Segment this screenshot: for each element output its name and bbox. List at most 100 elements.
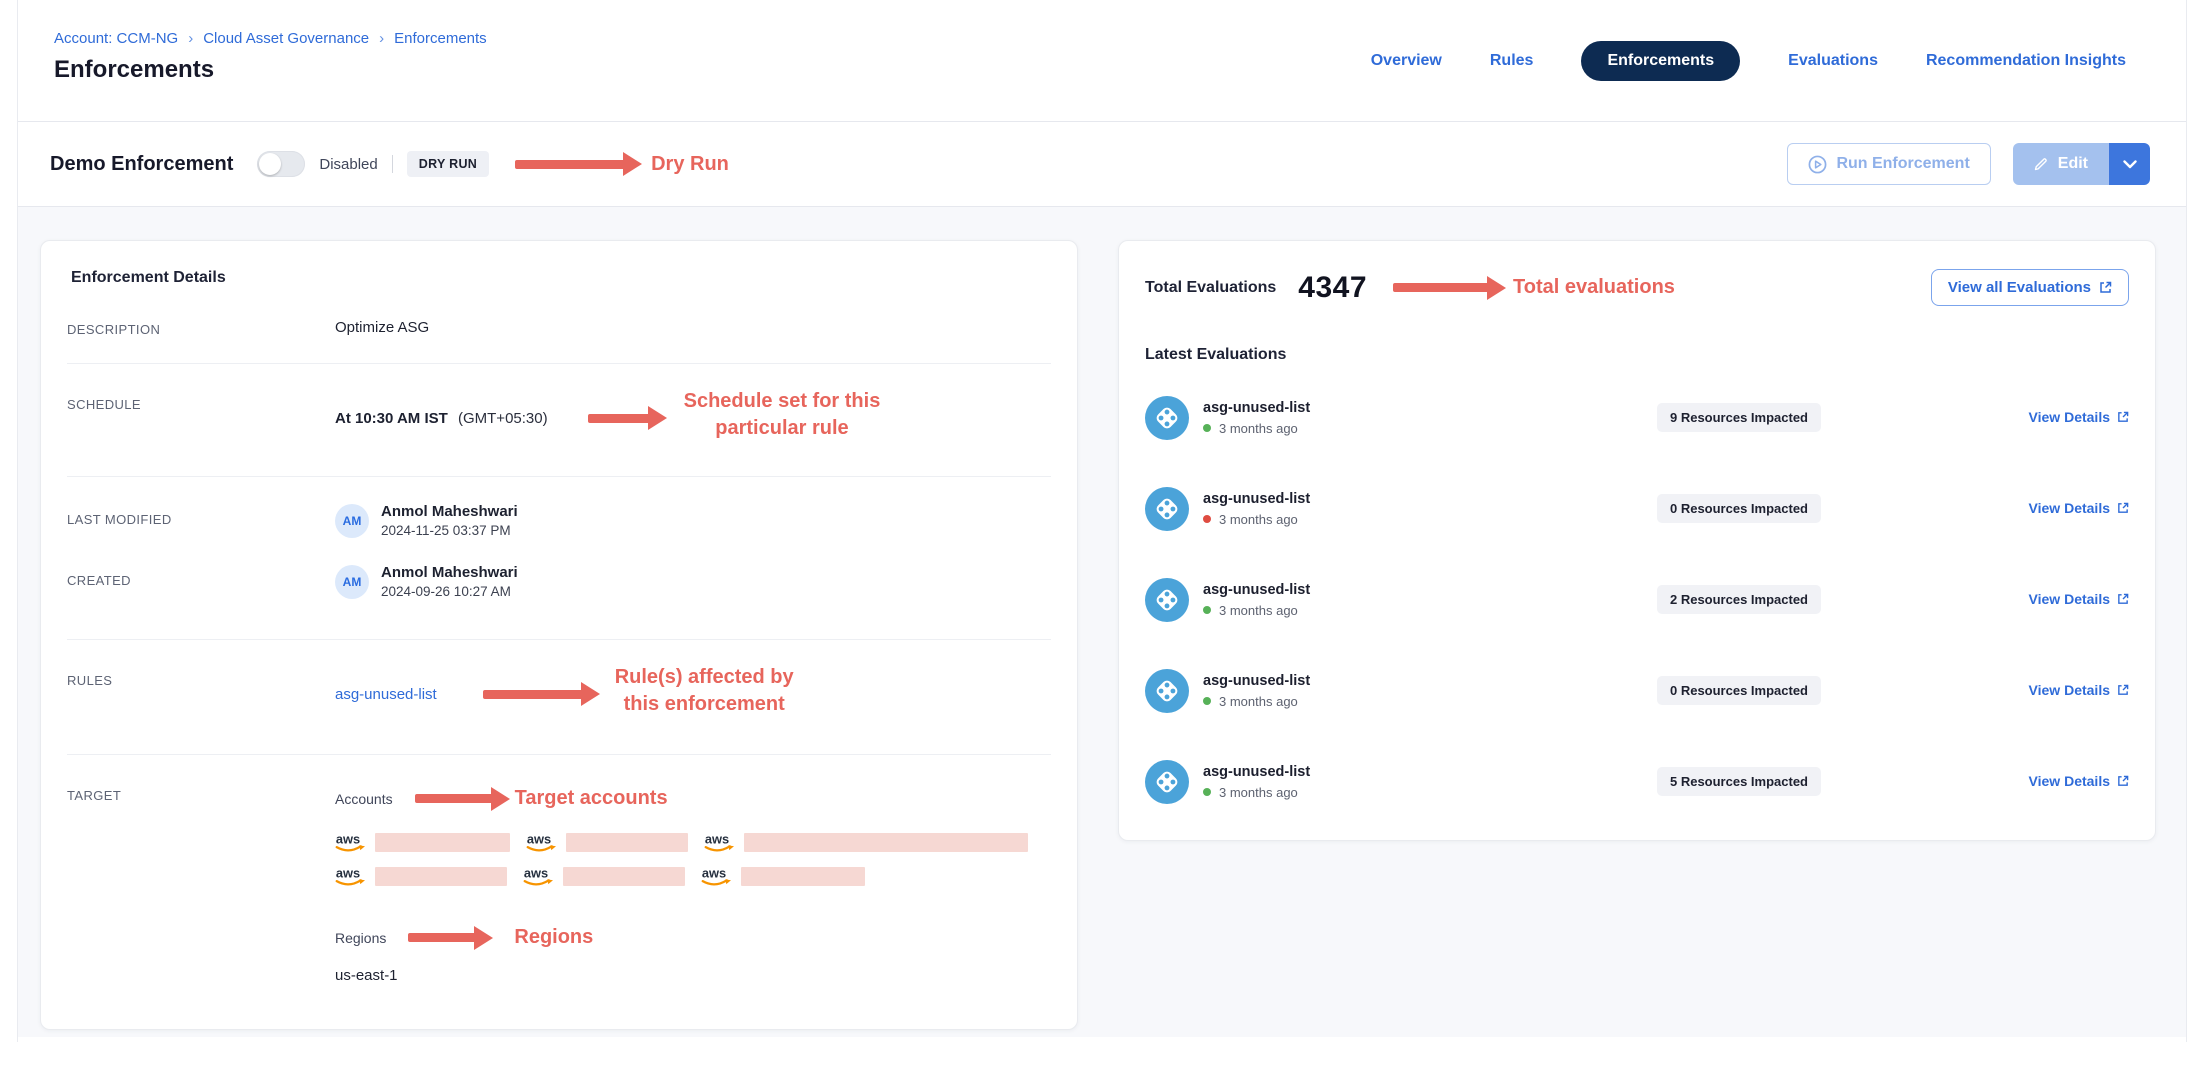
evaluation-row: asg-unused-list 3 months ago 0 Resources… (1119, 645, 2155, 736)
target-label: TARGET (67, 785, 335, 803)
annotation-regions: Regions (514, 924, 593, 951)
schedule-label: SCHEDULE (67, 394, 335, 412)
page: Account: CCM-NG › Cloud Asset Governance… (0, 0, 2194, 1082)
evaluation-row: asg-unused-list 3 months ago 2 Resources… (1119, 554, 2155, 645)
edit-button[interactable]: Edit (2013, 143, 2108, 185)
redacted-account-id (563, 867, 685, 886)
annotation-arrow (415, 794, 493, 803)
details-heading: Enforcement Details (41, 241, 1077, 293)
annotation-rules: Rule(s) affected by this enforcement (615, 664, 794, 718)
created-at-date: 2024-09-26 10:27 AM (381, 584, 518, 599)
rule-link[interactable]: asg-unused-list (335, 686, 437, 703)
breadcrumb-governance[interactable]: Cloud Asset Governance (203, 30, 369, 47)
tab-rules[interactable]: Rules (1490, 52, 1534, 70)
external-link-icon (2117, 684, 2129, 696)
description-value: Optimize ASG (335, 319, 1051, 336)
annotation-accounts: Target accounts (515, 785, 668, 812)
aws-account-item: aws (704, 830, 1028, 854)
external-link-icon (2117, 502, 2129, 514)
svg-text:aws: aws (336, 865, 360, 880)
run-enforcement-label: Run Enforcement (1836, 155, 1969, 173)
asg-rule-icon (1145, 578, 1189, 622)
asg-rule-icon (1145, 487, 1189, 531)
breadcrumb-separator: › (188, 30, 193, 47)
evaluation-rule-name: asg-unused-list (1203, 491, 1569, 507)
evaluation-time: 3 months ago (1219, 694, 1298, 709)
evaluation-row: asg-unused-list 3 months ago 5 Resources… (1119, 736, 2155, 827)
evaluation-rule-name: asg-unused-list (1203, 400, 1569, 416)
edit-dropdown-button[interactable] (2108, 143, 2150, 185)
aws-logo-icon: aws (335, 864, 371, 888)
aws-account-item: aws (335, 864, 507, 888)
annotation-arrow (588, 414, 650, 423)
view-all-evaluations-button[interactable]: View all Evaluations (1931, 269, 2129, 306)
tab-enforcements[interactable]: Enforcements (1581, 41, 1740, 81)
breadcrumb: Account: CCM-NG › Cloud Asset Governance… (54, 30, 487, 47)
accounts-label: Accounts (335, 791, 393, 807)
toolbar-actions: Run Enforcement Edit (1787, 143, 2150, 185)
regions-label: Regions (335, 930, 386, 946)
tab-overview[interactable]: Overview (1371, 52, 1442, 70)
enforcement-name: Demo Enforcement (50, 153, 233, 176)
evaluation-time: 3 months ago (1219, 785, 1298, 800)
annotation-arrow (408, 933, 476, 942)
view-all-evaluations-label: View all Evaluations (1948, 279, 2091, 296)
run-enforcement-button[interactable]: Run Enforcement (1787, 143, 1990, 185)
aws-logo-icon: aws (523, 864, 559, 888)
total-evaluations-value: 4347 (1298, 271, 1367, 305)
rules-row: RULES asg-unused-list Rule(s) affected b… (67, 640, 1051, 755)
toggle-knob (259, 153, 281, 175)
breadcrumb-enforcements[interactable]: Enforcements (394, 30, 487, 47)
evaluation-rule-name: asg-unused-list (1203, 673, 1569, 689)
resources-impacted-badge: 0 Resources Impacted (1657, 494, 1821, 523)
enable-toggle[interactable] (257, 151, 305, 177)
annotation-dry-run: Dry Run (651, 151, 729, 178)
avatar: AM (335, 504, 369, 538)
dry-run-badge: DRY RUN (407, 151, 489, 177)
aws-account-item: aws (701, 864, 865, 888)
avatar: AM (335, 565, 369, 599)
annotation-arrow (515, 160, 625, 169)
view-details-link[interactable]: View Details (2029, 591, 2129, 607)
schedule-value: At 10:30 AM IST (335, 410, 448, 427)
resources-impacted-badge: 9 Resources Impacted (1657, 403, 1821, 432)
evaluation-time: 3 months ago (1219, 421, 1298, 436)
status-dot (1203, 515, 1211, 523)
redacted-account-id (741, 867, 865, 886)
people-rows: LAST MODIFIED AM Anmol Maheshwari 2024-1… (67, 477, 1051, 640)
view-details-link[interactable]: View Details (2029, 409, 2129, 425)
dry-run-annotation: Dry Run (515, 151, 729, 178)
created-label: CREATED (67, 564, 335, 599)
last-modified-label: LAST MODIFIED (67, 503, 335, 538)
status-dot (1203, 788, 1211, 796)
view-details-link[interactable]: View Details (2029, 773, 2129, 789)
enforcement-details-card: Enforcement Details DESCRIPTION Optimize… (40, 240, 1078, 1030)
asg-rule-icon (1145, 760, 1189, 804)
status-dot (1203, 424, 1211, 432)
breadcrumb-account[interactable]: Account: CCM-NG (54, 30, 178, 47)
evaluations-card: Total Evaluations 4347 Total evaluations… (1118, 240, 2156, 841)
tab-evaluations[interactable]: Evaluations (1788, 52, 1878, 70)
tab-recommendation-insights[interactable]: Recommendation Insights (1926, 52, 2126, 70)
evaluation-rule-name: asg-unused-list (1203, 582, 1569, 598)
resources-impacted-badge: 5 Resources Impacted (1657, 767, 1821, 796)
svg-text:aws: aws (336, 831, 360, 846)
edit-label: Edit (2058, 155, 2088, 173)
aws-logo-icon: aws (335, 830, 371, 854)
evaluation-row: asg-unused-list 3 months ago 9 Resources… (1119, 372, 2155, 463)
schedule-row: SCHEDULE At 10:30 AM IST (GMT+05:30) Sch… (67, 364, 1051, 477)
evaluation-time: 3 months ago (1219, 512, 1298, 527)
modified-by-name: Anmol Maheshwari (381, 503, 518, 520)
aws-account-item: aws (523, 864, 685, 888)
last-modified-person: AM Anmol Maheshwari 2024-11-25 03:37 PM (335, 503, 518, 538)
resources-impacted-badge: 2 Resources Impacted (1657, 585, 1821, 614)
play-circle-icon (1808, 155, 1827, 174)
redacted-account-id (744, 833, 1028, 852)
asg-rule-icon (1145, 669, 1189, 713)
evaluation-time: 3 months ago (1219, 603, 1298, 618)
view-details-link[interactable]: View Details (2029, 500, 2129, 516)
view-details-link[interactable]: View Details (2029, 682, 2129, 698)
external-link-icon (2117, 775, 2129, 787)
annotation-schedule: Schedule set for this particular rule (684, 388, 881, 442)
enforcement-toolbar: Demo Enforcement Disabled DRY RUN Dry Ru… (18, 122, 2186, 207)
